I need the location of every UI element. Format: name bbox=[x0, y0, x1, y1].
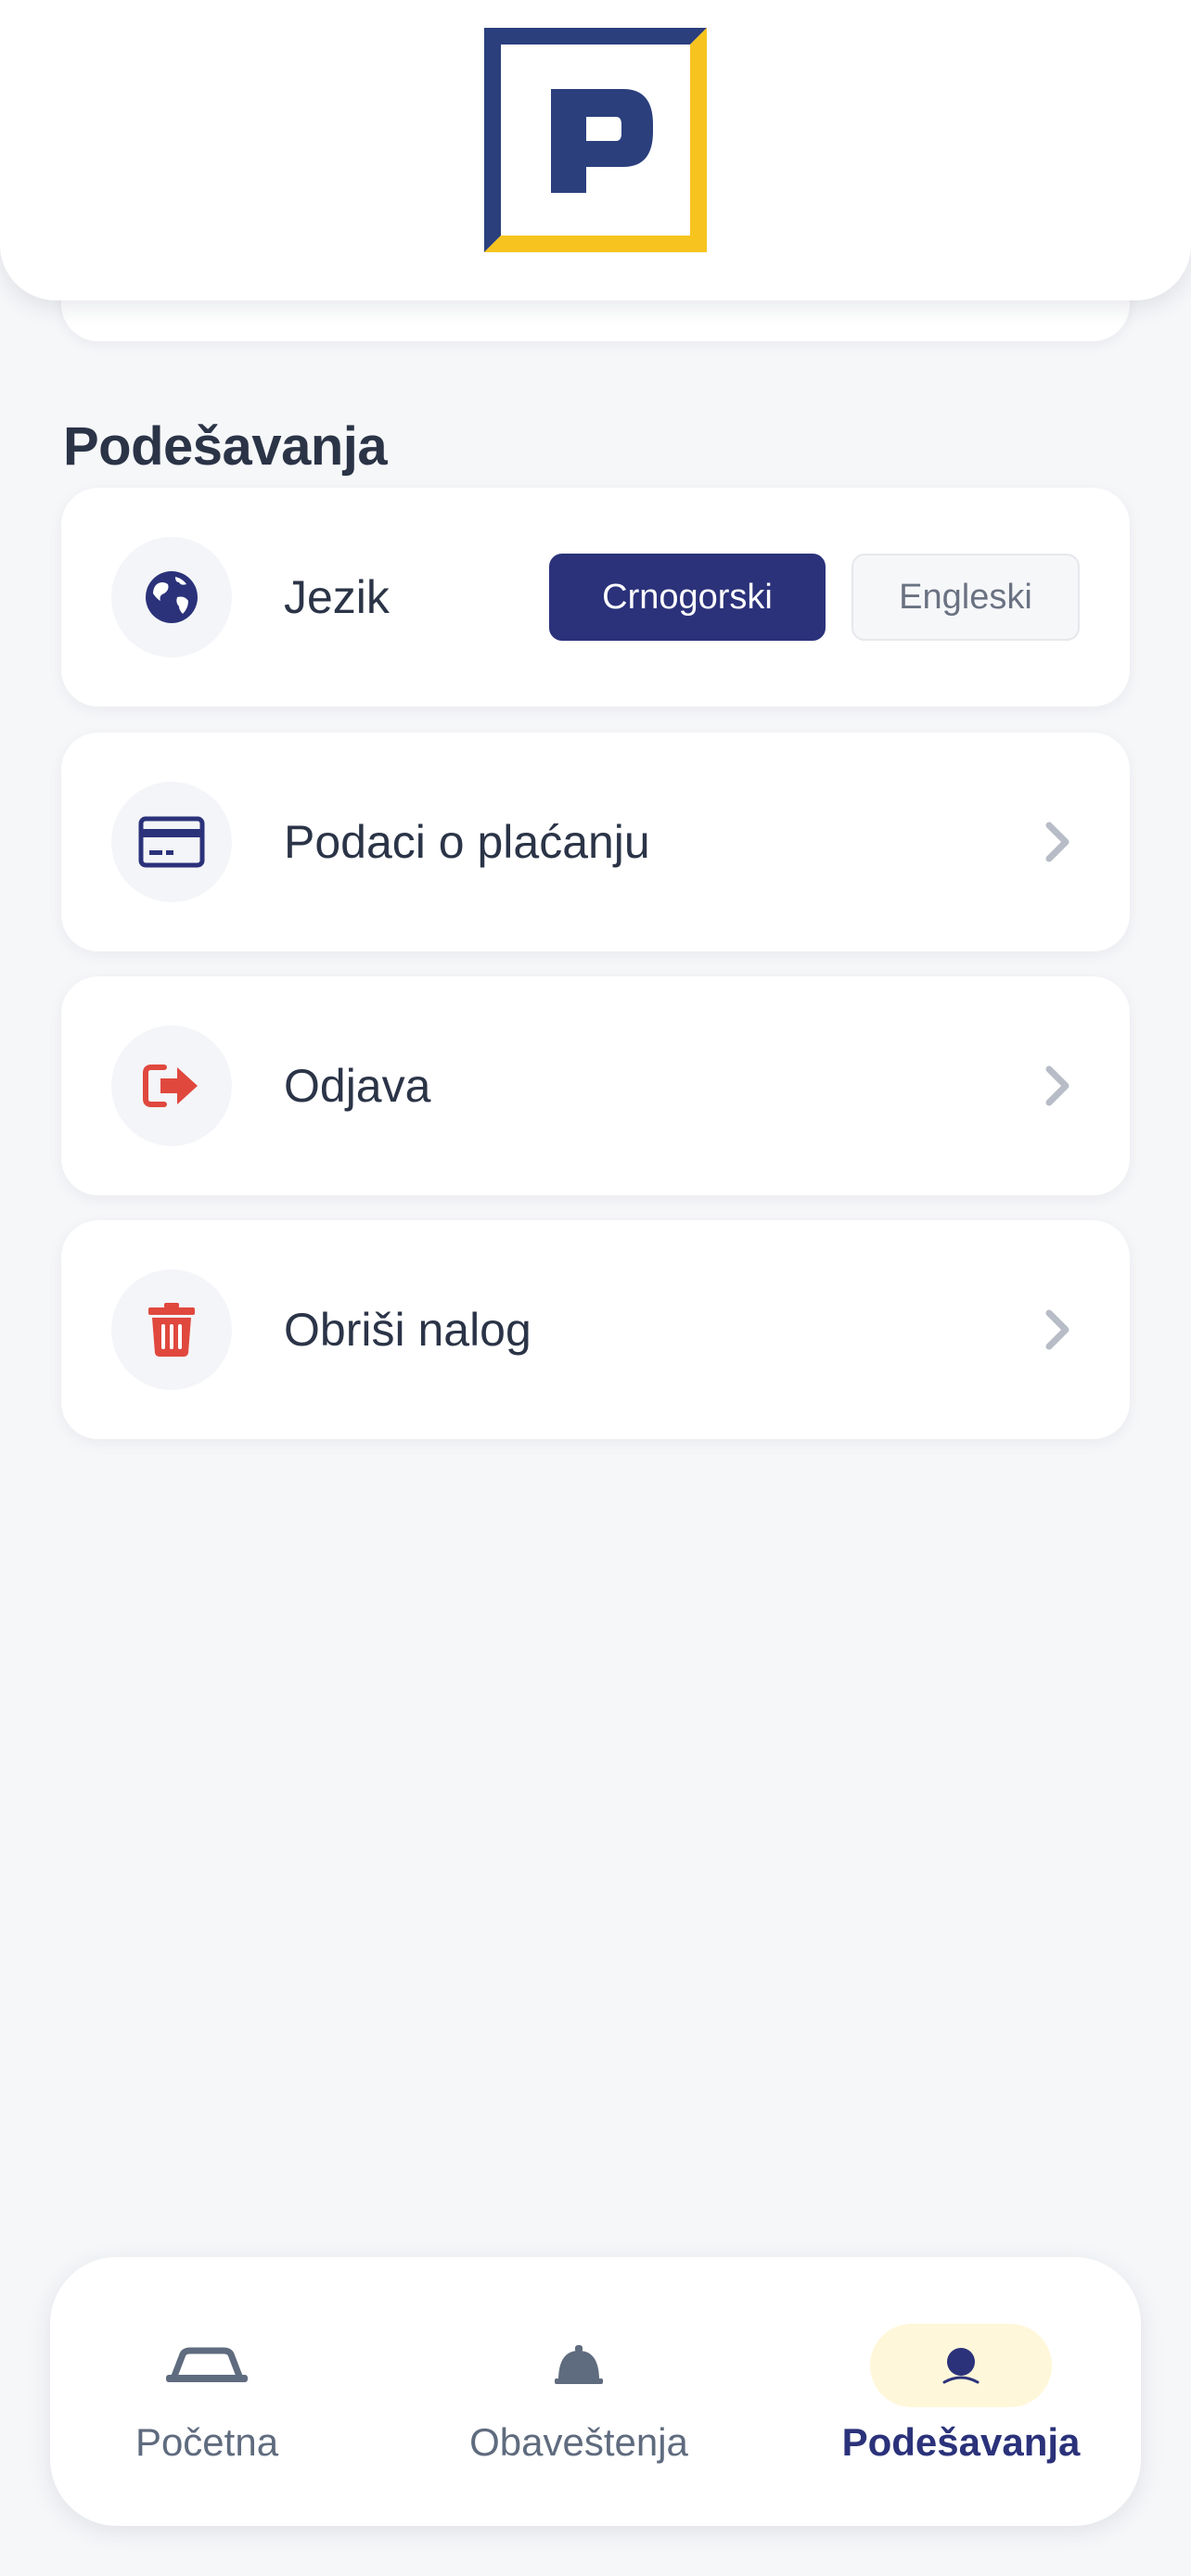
settings-screen: Podešavanja Jezik Crnogorski Engleski Po… bbox=[0, 0, 1191, 2576]
language-option-engleski[interactable]: Engleski bbox=[852, 554, 1080, 641]
chevron-right-icon bbox=[1039, 814, 1076, 870]
credit-card-icon-container bbox=[111, 782, 232, 902]
logout-item[interactable]: Odjava bbox=[61, 976, 1130, 1195]
chevron-right-icon bbox=[1039, 1058, 1076, 1114]
trash-icon-container bbox=[111, 1269, 232, 1390]
user-icon bbox=[942, 2348, 980, 2384]
page-title: Podešavanja bbox=[63, 416, 388, 477]
language-label: Jezik bbox=[284, 571, 390, 623]
user-icon-container bbox=[870, 2324, 1052, 2407]
car-icon-container bbox=[116, 2324, 298, 2407]
payment-data-label: Podaci o plaćanju bbox=[284, 816, 650, 868]
trash-icon bbox=[148, 1303, 195, 1357]
logout-label: Odjava bbox=[284, 1060, 431, 1112]
nav-settings-label: Podešavanja bbox=[841, 2420, 1081, 2464]
globe-icon bbox=[146, 571, 198, 623]
delete-account-label: Obriši nalog bbox=[284, 1304, 531, 1356]
bell-icon bbox=[555, 2345, 603, 2384]
language-option-crnogorski[interactable]: Crnogorski bbox=[549, 554, 826, 641]
logout-icon-container bbox=[111, 1026, 232, 1146]
nav-notifications-label: Obaveštenja bbox=[469, 2420, 688, 2464]
nav-settings[interactable]: Podešavanja bbox=[831, 2257, 1091, 2526]
language-card: Jezik Crnogorski Engleski bbox=[61, 488, 1130, 707]
bell-icon-container bbox=[488, 2324, 670, 2407]
nav-notifications[interactable]: Obaveštenja bbox=[440, 2257, 718, 2526]
credit-card-icon bbox=[138, 816, 205, 868]
app-logo bbox=[484, 28, 707, 252]
logout-icon bbox=[143, 1065, 198, 1107]
app-header bbox=[0, 0, 1191, 300]
nav-home[interactable]: Početna bbox=[100, 2257, 314, 2526]
car-icon bbox=[166, 2347, 248, 2382]
globe-icon-container bbox=[111, 537, 232, 657]
nav-home-label: Početna bbox=[134, 2420, 279, 2464]
chevron-right-icon bbox=[1039, 1302, 1076, 1358]
payment-data-item[interactable]: Podaci o plaćanju bbox=[61, 733, 1130, 951]
delete-account-item[interactable]: Obriši nalog bbox=[61, 1220, 1130, 1439]
bottom-navigation: Početna Obaveštenja Podešavanja bbox=[50, 2257, 1141, 2526]
